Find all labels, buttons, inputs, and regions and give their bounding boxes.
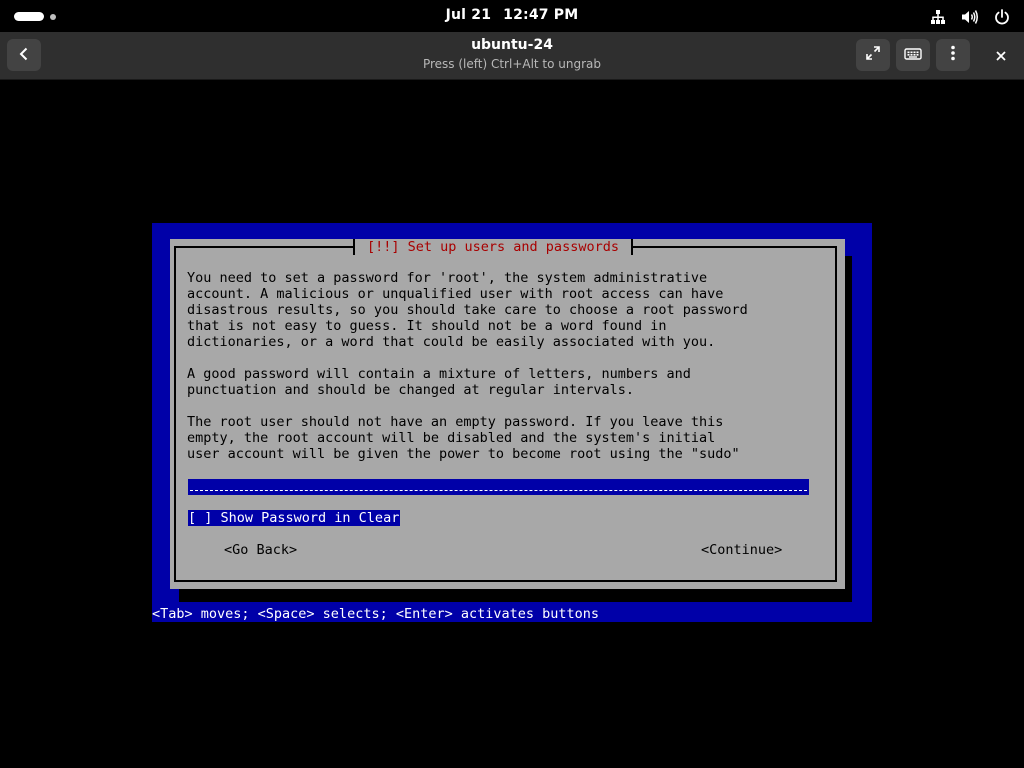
explanation-paragraph-2: A good password will contain a mixture o…: [187, 366, 691, 398]
dialog-title: [!!] Set up users and passwords: [353, 239, 633, 255]
network-wired-icon: [930, 9, 946, 25]
keyboard-help-line: <Tab> moves; <Space> selects; <Enter> ac…: [152, 606, 600, 622]
continue-button[interactable]: <Continue>: [701, 542, 782, 558]
window-title: ubuntu-24: [471, 37, 553, 53]
explanation-paragraph-1: You need to set a password for 'root', t…: [187, 270, 748, 350]
clock[interactable]: Jul 21 12:47 PM: [412, 7, 612, 23]
activities-indicator[interactable]: [12, 9, 60, 23]
close-icon: [996, 46, 1006, 65]
show-password-checkbox[interactable]: [ ] Show Password in Clear: [188, 510, 401, 526]
volume-icon: [961, 9, 979, 25]
power-icon: [994, 8, 1010, 25]
workspace-dot: [50, 14, 56, 20]
back-button[interactable]: [7, 39, 41, 71]
window-subtitle: Press (left) Ctrl+Alt to ungrab: [422, 57, 602, 71]
fullscreen-icon: [865, 45, 881, 65]
go-back-button[interactable]: <Go Back>: [224, 542, 297, 558]
close-window-button[interactable]: [984, 39, 1018, 71]
kebab-menu-icon: [951, 45, 955, 65]
keyboard-icon: [904, 46, 922, 65]
system-tray[interactable]: [920, 6, 1010, 26]
send-keys-button[interactable]: [896, 39, 930, 71]
explanation-paragraph-3: The root user should not have an empty p…: [187, 414, 740, 462]
clock-date: Jul 21: [445, 7, 492, 23]
back-icon: [18, 46, 30, 65]
gnome-top-bar: Jul 21 12:47 PM: [0, 0, 1024, 32]
root-password-field[interactable]: [188, 479, 809, 495]
fullscreen-button[interactable]: [856, 39, 890, 71]
workspace-active-pill: [14, 12, 44, 21]
main-menu-button[interactable]: [936, 39, 970, 71]
vm-viewer-header-bar: ubuntu-24 Press (left) Ctrl+Alt to ungra…: [0, 32, 1024, 80]
clock-time: 12:47 PM: [503, 7, 579, 23]
password-field-underline: [190, 490, 807, 491]
